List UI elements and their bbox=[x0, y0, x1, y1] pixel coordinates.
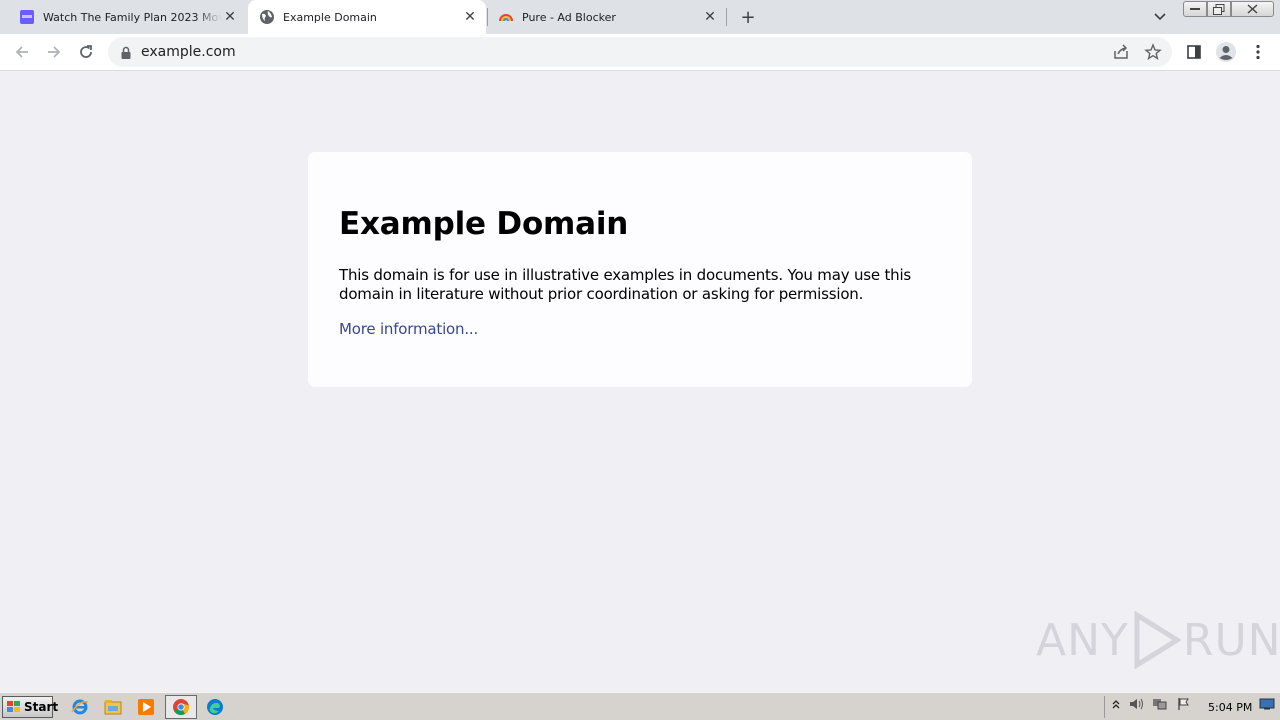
network-icon[interactable] bbox=[1152, 696, 1168, 712]
tab-family-plan[interactable]: Watch The Family Plan 2023 Movie Stream … bbox=[0, 0, 246, 34]
restore-window-button[interactable] bbox=[1207, 1, 1231, 17]
page-heading: Example Domain bbox=[339, 206, 629, 242]
volume-icon[interactable] bbox=[1129, 696, 1145, 712]
file-explorer-icon[interactable] bbox=[103, 697, 123, 717]
content-card: Example Domain This domain is for use in… bbox=[308, 152, 972, 387]
tray-expand-icon[interactable] bbox=[1108, 696, 1124, 712]
tab-divider bbox=[726, 8, 727, 26]
share-icon[interactable] bbox=[1112, 43, 1130, 61]
start-button[interactable]: Start bbox=[2, 696, 58, 718]
watermark-right-text: RUN bbox=[1182, 614, 1280, 666]
rainbow-icon bbox=[498, 9, 514, 25]
page-viewport: Example Domain This domain is for use in… bbox=[0, 72, 1280, 692]
internet-explorer-icon[interactable] bbox=[70, 697, 90, 717]
reload-button[interactable] bbox=[74, 40, 98, 64]
globe-icon bbox=[259, 9, 275, 25]
taskbar-clock[interactable]: 5:04 PM bbox=[1208, 701, 1252, 714]
tab-title: Pure - Ad Blocker bbox=[522, 10, 616, 24]
close-tab-icon[interactable]: ✕ bbox=[702, 9, 718, 25]
more-information-link[interactable]: More information... bbox=[339, 320, 478, 338]
action-center-flag-icon[interactable] bbox=[1176, 696, 1192, 712]
bookmark-star-icon[interactable] bbox=[1144, 43, 1162, 61]
close-tab-icon[interactable]: ✕ bbox=[222, 9, 238, 25]
forward-button[interactable] bbox=[42, 40, 66, 64]
browser-toolbar: example.com bbox=[0, 34, 1280, 71]
profile-avatar-icon[interactable] bbox=[1214, 40, 1238, 64]
tab-strip: Watch The Family Plan 2023 Movie Stream … bbox=[0, 0, 1280, 34]
tab-search-chevron-icon[interactable] bbox=[1151, 8, 1169, 26]
close-window-button[interactable] bbox=[1231, 1, 1274, 17]
show-desktop-icon[interactable] bbox=[1259, 696, 1275, 712]
start-label: Start bbox=[24, 700, 59, 714]
edge-icon[interactable] bbox=[205, 697, 225, 717]
watermark-left-text: ANY bbox=[1036, 614, 1129, 666]
tab-title: Example Domain bbox=[283, 10, 377, 24]
new-tab-button[interactable]: + bbox=[737, 6, 759, 28]
url-text[interactable]: example.com bbox=[141, 44, 236, 60]
close-tab-icon[interactable]: ✕ bbox=[462, 9, 478, 25]
streaming-site-favicon bbox=[19, 9, 35, 25]
minimize-window-button[interactable] bbox=[1183, 1, 1207, 17]
windows-flag-icon bbox=[6, 699, 22, 715]
anyrun-watermark: ANY RUN bbox=[1036, 610, 1280, 670]
tab-example-domain[interactable]: Example Domain ✕ bbox=[248, 0, 486, 34]
chrome-icon[interactable] bbox=[171, 697, 191, 717]
back-button[interactable] bbox=[10, 40, 34, 64]
lock-icon[interactable] bbox=[120, 45, 132, 59]
windows-taskbar: Start 5:04 PM bbox=[0, 692, 1280, 720]
browser-menu-icon[interactable] bbox=[1246, 40, 1270, 64]
media-player-icon[interactable] bbox=[136, 697, 156, 717]
play-logo-icon bbox=[1134, 611, 1181, 669]
tab-pure-ad-blocker[interactable]: Pure - Ad Blocker ✕ bbox=[488, 0, 726, 34]
tab-title: Watch The Family Plan 2023 Movie Stream bbox=[43, 10, 222, 24]
page-description: This domain is for use in illustrative e… bbox=[339, 266, 912, 303]
address-bar[interactable]: example.com bbox=[108, 37, 1172, 67]
side-panel-icon[interactable] bbox=[1182, 40, 1206, 64]
